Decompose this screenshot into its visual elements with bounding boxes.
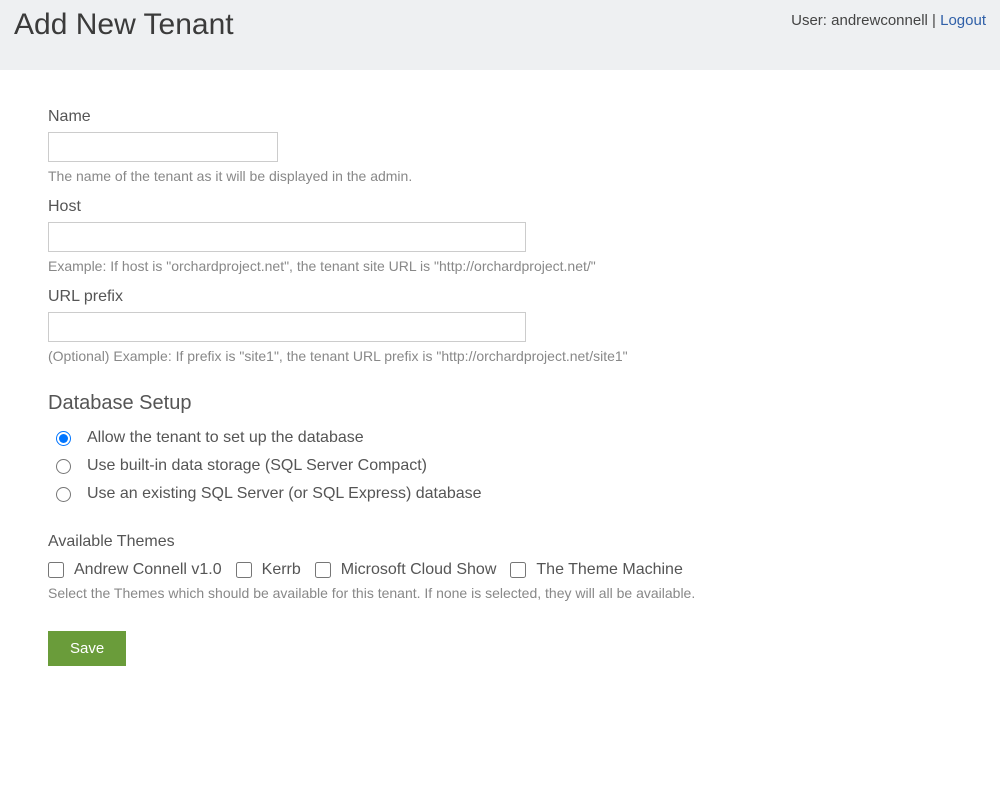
db-radio-builtin[interactable] — [56, 459, 71, 474]
theme-item: Microsoft Cloud Show — [315, 561, 497, 579]
theme-label-theme-machine[interactable]: The Theme Machine — [536, 561, 682, 579]
form-content: Name The name of the tenant as it will b… — [0, 70, 1000, 696]
database-setup-heading: Database Setup — [48, 392, 952, 415]
host-hint: Example: If host is "orchardproject.net"… — [48, 258, 952, 274]
theme-item: Kerrb — [236, 561, 301, 579]
host-input[interactable] — [48, 222, 526, 252]
separator: | — [928, 12, 940, 29]
page-title: Add New Tenant — [14, 8, 234, 42]
name-hint: The name of the tenant as it will be dis… — [48, 168, 952, 184]
theme-label-microsoft-cloud-show[interactable]: Microsoft Cloud Show — [341, 561, 497, 579]
themes-label: Available Themes — [48, 533, 952, 551]
db-label-allow-tenant[interactable]: Allow the tenant to set up the database — [87, 429, 364, 447]
theme-checkbox-andrew-connell[interactable] — [48, 562, 64, 578]
theme-label-andrew-connell[interactable]: Andrew Connell v1.0 — [74, 561, 222, 579]
url-prefix-hint: (Optional) Example: If prefix is "site1"… — [48, 348, 952, 364]
save-button[interactable]: Save — [48, 631, 126, 666]
host-label: Host — [48, 198, 952, 216]
db-radio-existing-sql[interactable] — [56, 487, 71, 502]
db-label-existing-sql[interactable]: Use an existing SQL Server (or SQL Expre… — [87, 485, 482, 503]
db-option-builtin[interactable]: Use built-in data storage (SQL Server Co… — [56, 457, 952, 475]
url-prefix-field-group: URL prefix (Optional) Example: If prefix… — [48, 288, 952, 364]
themes-row: Andrew Connell v1.0 Kerrb Microsoft Clou… — [48, 561, 952, 579]
db-option-existing-sql[interactable]: Use an existing SQL Server (or SQL Expre… — [56, 485, 952, 503]
themes-hint: Select the Themes which should be availa… — [48, 585, 952, 601]
theme-checkbox-theme-machine[interactable] — [510, 562, 526, 578]
host-field-group: Host Example: If host is "orchardproject… — [48, 198, 952, 274]
theme-item: Andrew Connell v1.0 — [48, 561, 222, 579]
name-input[interactable] — [48, 132, 278, 162]
name-label: Name — [48, 108, 952, 126]
theme-checkbox-kerrb[interactable] — [236, 562, 252, 578]
theme-item: The Theme Machine — [510, 561, 682, 579]
db-option-allow-tenant[interactable]: Allow the tenant to set up the database — [56, 429, 952, 447]
url-prefix-label: URL prefix — [48, 288, 952, 306]
name-field-group: Name The name of the tenant as it will b… — [48, 108, 952, 184]
user-prefix: User: — [791, 12, 831, 29]
page-header: Add New Tenant User: andrewconnell | Log… — [0, 0, 1000, 70]
theme-checkbox-microsoft-cloud-show[interactable] — [315, 562, 331, 578]
username: andrewconnell — [831, 12, 928, 29]
user-info: User: andrewconnell | Logout — [791, 12, 986, 29]
db-label-builtin[interactable]: Use built-in data storage (SQL Server Co… — [87, 457, 427, 475]
theme-label-kerrb[interactable]: Kerrb — [262, 561, 301, 579]
logout-link[interactable]: Logout — [940, 12, 986, 29]
db-radio-allow-tenant[interactable] — [56, 431, 71, 446]
url-prefix-input[interactable] — [48, 312, 526, 342]
